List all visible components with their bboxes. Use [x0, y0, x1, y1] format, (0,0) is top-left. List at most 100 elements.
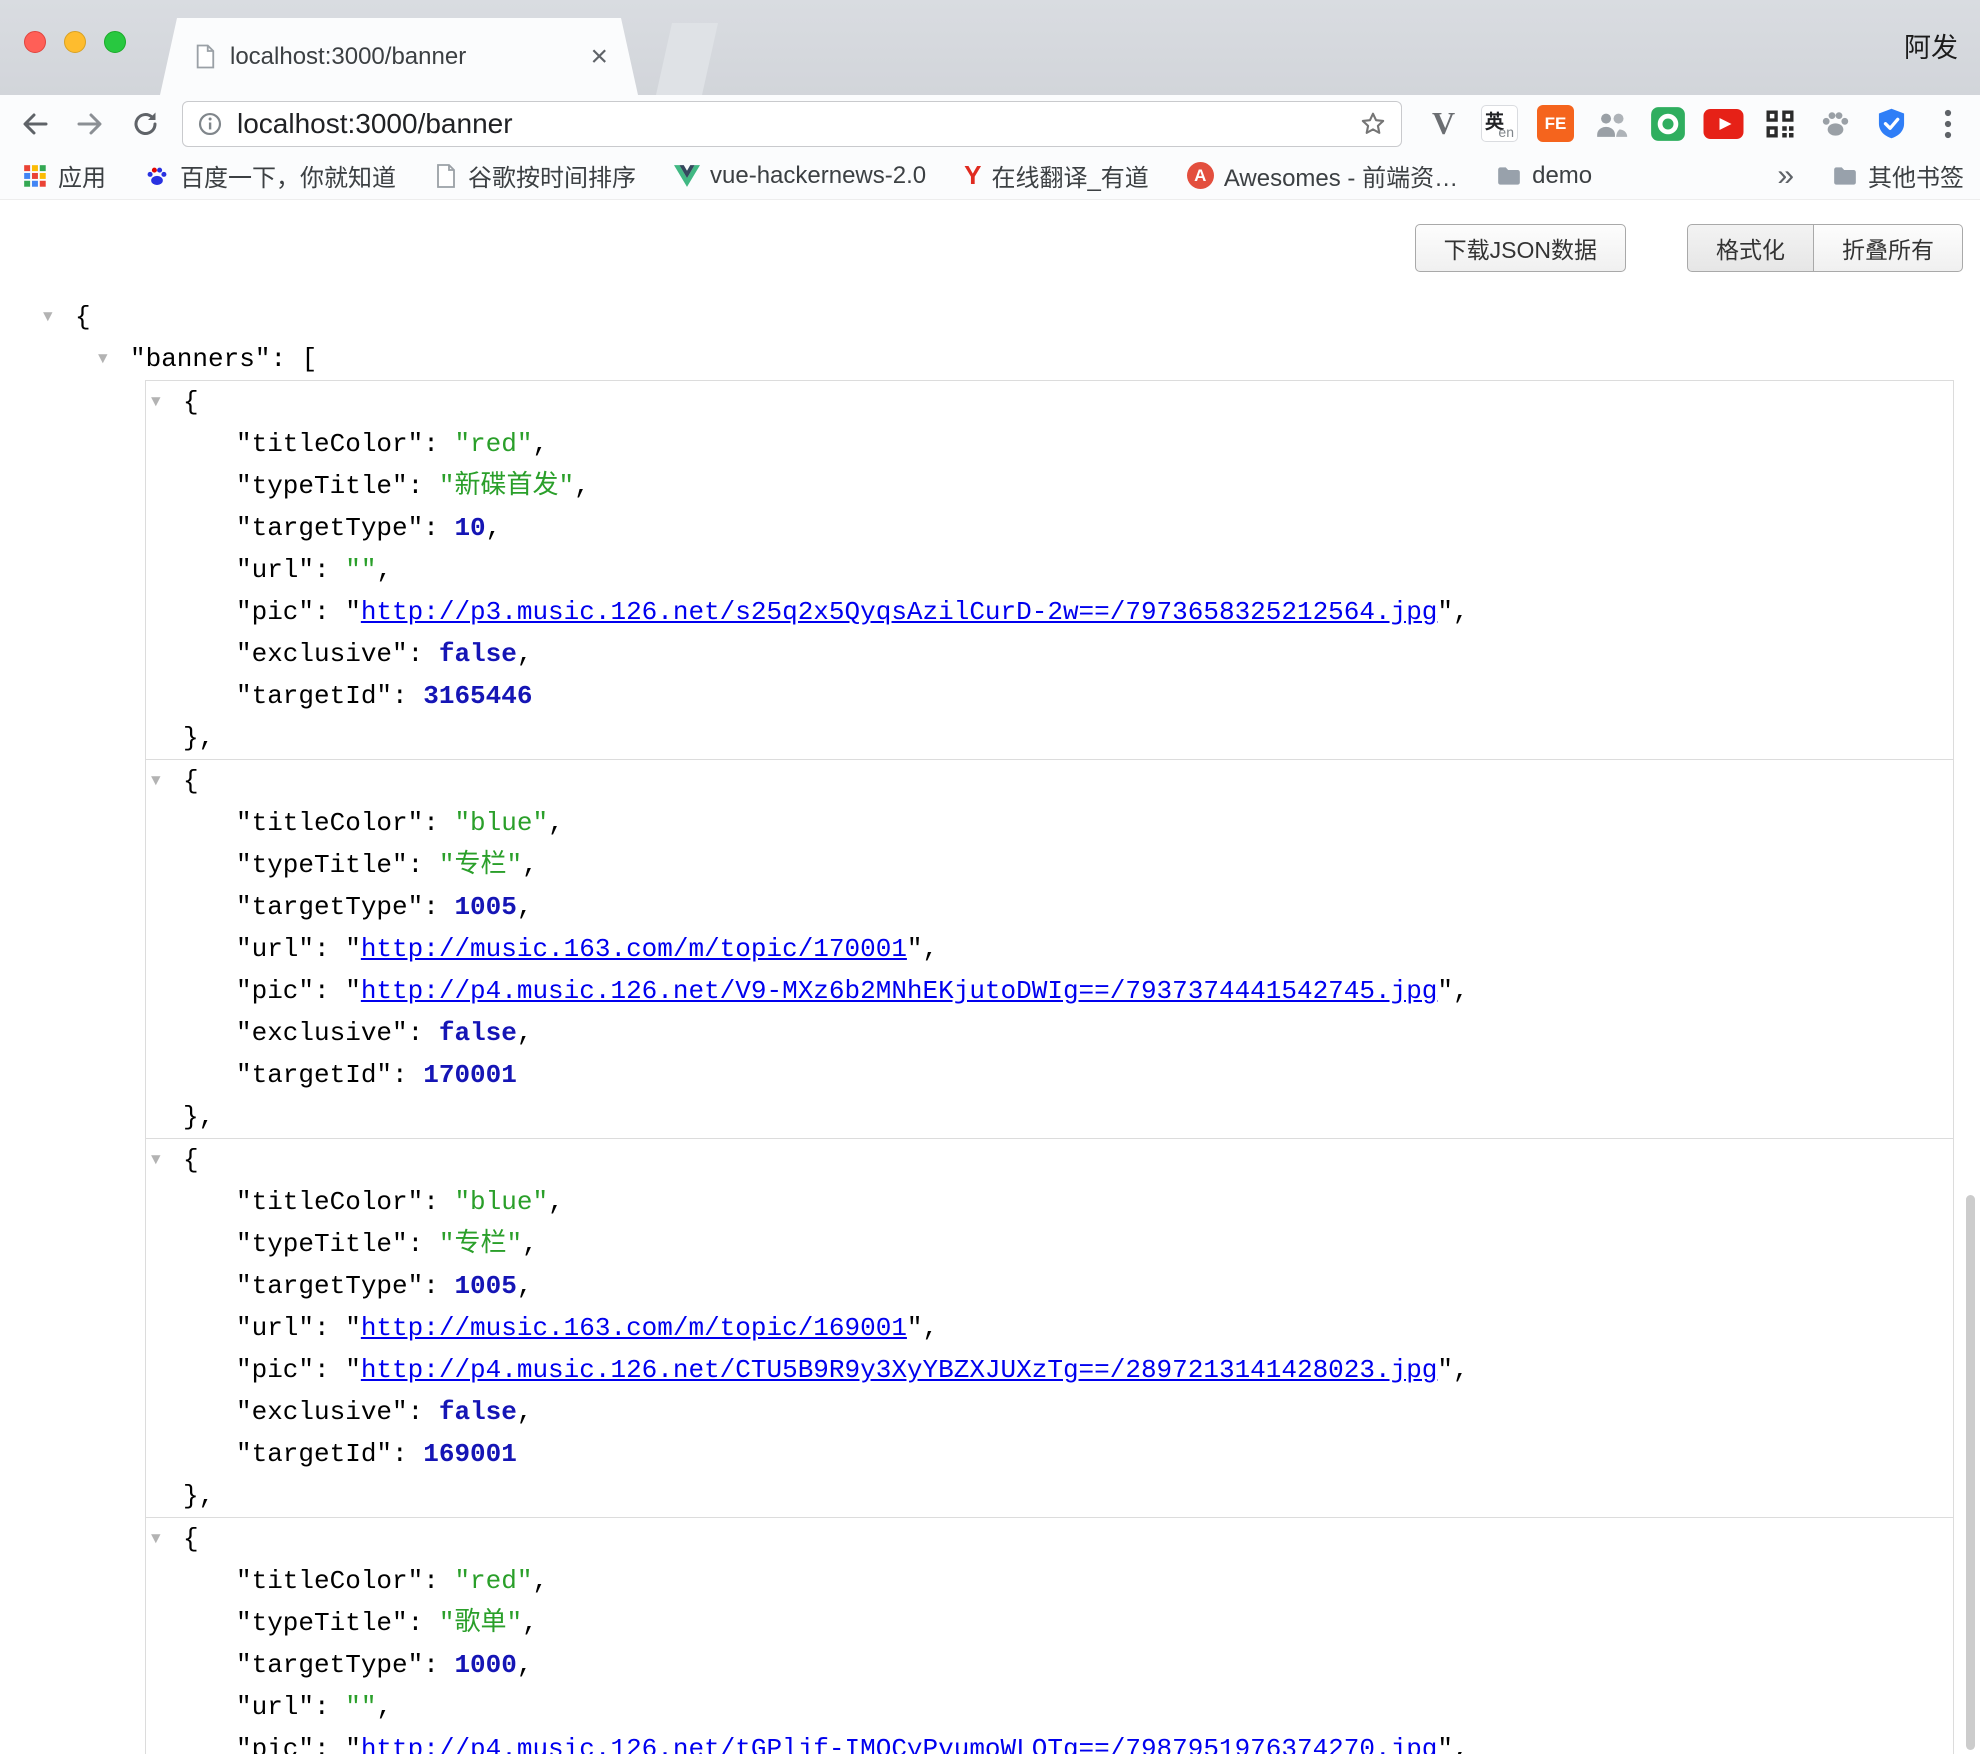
other-bookmarks-label: 其他书签: [1868, 158, 1964, 193]
json-value: false: [439, 1018, 517, 1048]
bookmark-item-google-sort[interactable]: 谷歌按时间排序: [434, 158, 636, 193]
json-text: "url": "http://music.163.com/m/topic/169…: [236, 1313, 938, 1343]
bookmark-label: 百度一下，你就知道: [180, 158, 396, 193]
bookmark-item-awesomes[interactable]: A Awesomes - 前端资…: [1187, 158, 1458, 193]
json-line: "url": "http://music.163.com/m/topic/169…: [146, 1307, 1953, 1349]
profile-name[interactable]: 阿发: [1904, 26, 1958, 65]
json-line: ▼"banners": [: [0, 338, 1980, 380]
collapse-all-button[interactable]: 折叠所有: [1814, 224, 1963, 272]
page-content: 下载JSON数据 格式化 折叠所有 ▼{▼"banners": [▼{"titl…: [0, 200, 1980, 1754]
json-value: "": [345, 555, 376, 585]
json-text: "titleColor": "red",: [236, 429, 548, 459]
browser-menu-button[interactable]: [1927, 103, 1968, 144]
tab-title: localhost:3000/banner: [230, 43, 578, 71]
url-text[interactable]: localhost:3000/banner: [237, 108, 1359, 140]
json-value: 10: [454, 513, 485, 543]
json-value: "歌单": [439, 1608, 522, 1638]
bookmark-star-icon[interactable]: [1359, 110, 1387, 138]
json-text: "targetId": 3165446: [236, 681, 532, 711]
json-object-card: ▼{"titleColor": "red","typeTitle": "新碟首发…: [145, 380, 1954, 760]
collapse-toggle-icon[interactable]: ▼: [151, 1139, 161, 1181]
json-text: {: [183, 766, 199, 796]
json-value: "blue": [454, 808, 548, 838]
json-link[interactable]: http://p4.music.126.net/V9-MXz6b2MNhEKju…: [361, 976, 1438, 1006]
json-line: "targetType": 1005,: [146, 1265, 1953, 1307]
team-extension-icon[interactable]: [1591, 103, 1632, 144]
back-button[interactable]: [15, 104, 55, 144]
json-value: 1000: [454, 1650, 516, 1680]
minimize-window-button[interactable]: [64, 31, 86, 53]
json-key: "targetType": [236, 1271, 423, 1301]
json-line: ▼{: [146, 1518, 1953, 1560]
qrcode-icon: [1762, 106, 1798, 142]
json-key: "banners": [130, 344, 270, 374]
zoom-window-button[interactable]: [104, 31, 126, 53]
json-value: "专栏": [439, 850, 522, 880]
apps-shortcut[interactable]: 应用: [22, 158, 106, 193]
json-key: "titleColor": [236, 1187, 423, 1217]
json-link[interactable]: http://music.163.com/m/topic/170001: [361, 934, 907, 964]
json-key: "exclusive": [236, 639, 408, 669]
json-line: ▼{: [146, 1139, 1953, 1181]
close-window-button[interactable]: [24, 31, 46, 53]
json-link[interactable]: http://p4.music.126.net/tGPljf-IMOCyPvum…: [361, 1734, 1438, 1754]
json-value: "": [345, 1692, 376, 1722]
collapse-toggle-icon[interactable]: ▼: [151, 760, 161, 802]
json-text: "pic": "http://p4.music.126.net/CTU5B9R9…: [236, 1355, 1469, 1385]
json-text: "titleColor": "blue",: [236, 808, 564, 838]
json-line: "targetType": 1000,: [146, 1644, 1953, 1686]
bookmarks-overflow-button[interactable]: »: [1777, 159, 1794, 193]
youtube-play-icon: [1703, 109, 1744, 139]
collapse-toggle-icon[interactable]: ▼: [151, 381, 161, 423]
format-button[interactable]: 格式化: [1687, 224, 1814, 272]
json-text: "url": "",: [236, 1692, 392, 1722]
json-line: "url": "http://music.163.com/m/topic/170…: [146, 928, 1953, 970]
shield-extension-icon[interactable]: [1871, 103, 1912, 144]
bookmark-label: vue-hackernews-2.0: [710, 162, 926, 190]
json-line: "titleColor": "blue",: [146, 802, 1953, 844]
en-glyph: en: [1498, 124, 1514, 140]
json-text: "typeTitle": "新碟首发",: [236, 471, 590, 501]
site-info-icon[interactable]: [197, 111, 223, 137]
address-bar[interactable]: localhost:3000/banner: [182, 101, 1402, 147]
bookmark-item-youdao[interactable]: Y 在线翻译_有道: [964, 158, 1149, 193]
browser-tab[interactable]: localhost:3000/banner ×: [160, 18, 638, 95]
json-line: "typeTitle": "歌单",: [146, 1602, 1953, 1644]
json-text: "exclusive": false,: [236, 1397, 532, 1427]
youtube-extension-icon[interactable]: [1703, 103, 1744, 144]
forward-button[interactable]: [70, 104, 110, 144]
new-tab-button[interactable]: [656, 23, 718, 95]
json-line: "targetType": 10,: [146, 507, 1953, 549]
paw-extension-icon[interactable]: [1815, 103, 1856, 144]
json-link[interactable]: http://p4.music.126.net/CTU5B9R9y3XyYBZX…: [361, 1355, 1438, 1385]
json-link[interactable]: http://music.163.com/m/topic/169001: [361, 1313, 907, 1343]
shield-check-icon: [1874, 106, 1909, 141]
bookmark-item-vue-hackernews[interactable]: vue-hackernews-2.0: [674, 162, 926, 190]
tab-close-icon[interactable]: ×: [590, 42, 608, 72]
bookmark-item-demo[interactable]: demo: [1496, 162, 1592, 190]
json-text: "targetType": 1000,: [236, 1650, 532, 1680]
json-key: "targetType": [236, 513, 423, 543]
qrcode-extension-icon[interactable]: [1759, 103, 1800, 144]
bookmark-label: demo: [1532, 162, 1592, 190]
reload-button[interactable]: [126, 104, 166, 144]
bookmarks-bar: 应用 百度一下，你就知道 谷歌按时间排序 vue-hackernews-2.0: [0, 152, 1980, 200]
download-json-button[interactable]: 下载JSON数据: [1415, 224, 1626, 272]
translate-extension-icon[interactable]: 英 en: [1479, 103, 1520, 144]
json-line: },: [146, 717, 1953, 759]
collapse-toggle-icon[interactable]: ▼: [151, 1518, 161, 1560]
bookmark-item-baidu[interactable]: 百度一下，你就知道: [144, 158, 396, 193]
proxy-extension-icon[interactable]: [1647, 103, 1688, 144]
paw-icon: [1818, 106, 1853, 141]
fe-badge: FE: [1537, 105, 1574, 142]
json-key: "targetType": [236, 892, 423, 922]
bookmark-label: 谷歌按时间排序: [468, 158, 636, 193]
collapse-toggle-icon[interactable]: ▼: [43, 296, 53, 338]
other-bookmarks-folder[interactable]: 其他书签: [1832, 158, 1964, 193]
fe-extension-icon[interactable]: FE: [1535, 103, 1576, 144]
vimium-v-extension-icon[interactable]: V: [1423, 103, 1464, 144]
json-line: "targetId": 169001: [146, 1433, 1953, 1475]
collapse-toggle-icon[interactable]: ▼: [98, 338, 108, 380]
json-link[interactable]: http://p3.music.126.net/s25q2x5QyqsAzilC…: [361, 597, 1438, 627]
scrollbar-thumb[interactable]: [1966, 1195, 1975, 1750]
